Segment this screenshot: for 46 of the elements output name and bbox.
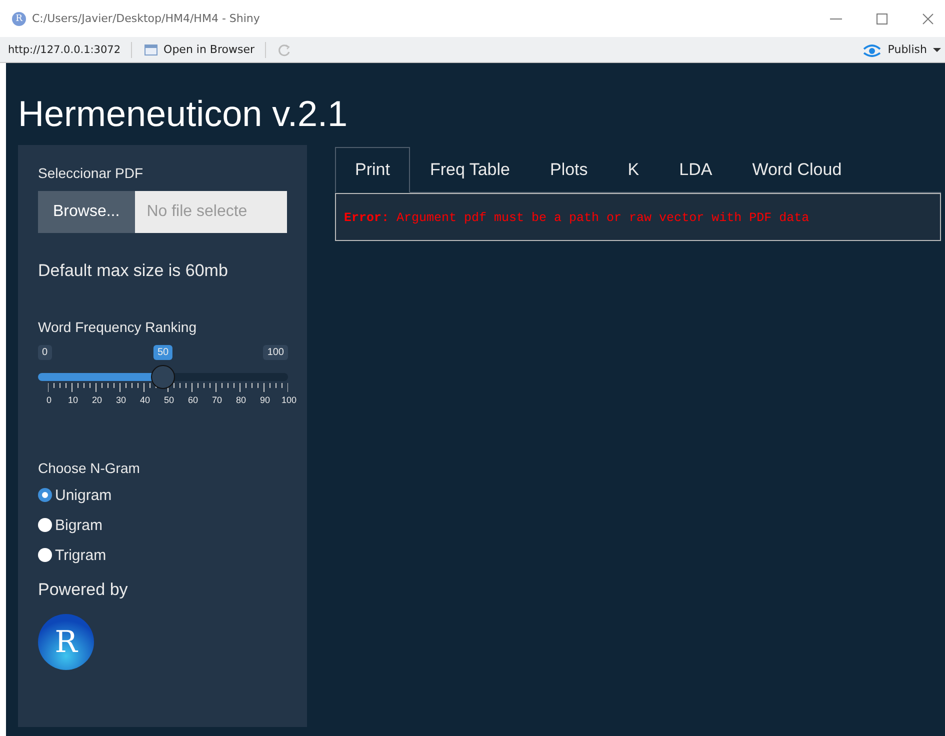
tick-label: 60: [188, 395, 198, 405]
publish-button[interactable]: Publish: [888, 43, 927, 56]
tab[interactable]: Word Cloud: [732, 147, 862, 193]
tick-label: 0: [46, 395, 52, 405]
tab[interactable]: Plots: [530, 147, 608, 193]
tick-label: 80: [236, 395, 246, 405]
radio-label[interactable]: Trigram: [55, 546, 106, 564]
tick-label: 20: [92, 395, 102, 405]
note-text: Default max size is 60mb: [38, 261, 229, 281]
slider-handle[interactable]: [151, 365, 175, 389]
tick-label: 30: [116, 395, 126, 405]
radio-group-label: Choose N-Gram: [38, 460, 141, 476]
tick-label: 10: [68, 395, 78, 405]
radio-button[interactable]: [38, 518, 52, 532]
radio-button[interactable]: [38, 488, 52, 502]
window-title: C:/Users/Javier/Desktop/HM4/HM4 - Shiny: [32, 12, 260, 25]
browse-button[interactable]: Browse...: [38, 191, 135, 233]
tab[interactable]: Print: [335, 147, 410, 193]
app-icon: R: [12, 12, 26, 26]
app-title: Hermeneuticon v.2.1: [18, 93, 349, 135]
radio-label[interactable]: Unigram: [55, 486, 112, 504]
value-label: 50: [153, 345, 173, 360]
r-logo: R: [38, 614, 94, 670]
tick-label: 40: [140, 395, 150, 405]
tick-label: 50: [164, 395, 174, 405]
tab[interactable]: LDA: [659, 147, 732, 193]
tab[interactable]: K: [608, 147, 660, 193]
maximize-icon[interactable]: [875, 12, 889, 26]
open-in-browser-button[interactable]: Open in Browser: [164, 43, 255, 56]
error-message: Error: Argument pdf must be a path or raw vector with PDF data: [344, 211, 810, 225]
file-name-field[interactable]: No file selecte: [134, 191, 287, 233]
url-text: http://127.0.0.1:3072: [8, 44, 121, 56]
field-label: Seleccionar PDF: [38, 165, 144, 181]
tick-label: 70: [212, 395, 222, 405]
min-label: 0: [38, 345, 52, 360]
radio-button[interactable]: [38, 548, 52, 562]
powered-by-text: Powered by: [38, 580, 129, 600]
radio-label[interactable]: Bigram: [55, 516, 103, 534]
tick-label: 90: [260, 395, 270, 405]
caret-icon[interactable]: [933, 46, 941, 52]
tab[interactable]: Freq Table: [410, 147, 530, 193]
close-icon[interactable]: [921, 12, 935, 26]
tick-label: 100: [281, 395, 297, 405]
max-label: 100: [263, 345, 288, 360]
slider-label: Word Frequency Ranking: [38, 319, 198, 335]
browser-window-icon: [142, 42, 158, 56]
